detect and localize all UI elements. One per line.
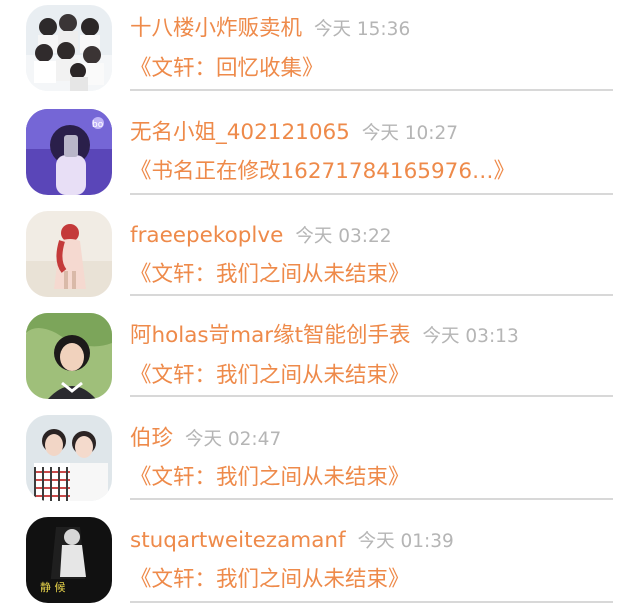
list-item[interactable]: 十八楼小炸贩卖机 今天 15:36 《文轩：回忆收集》 — [0, 0, 640, 103]
book-title[interactable]: 《文轩：我们之间从未结束》 — [130, 562, 410, 598]
username[interactable]: stuqartweitezamanf — [130, 528, 346, 553]
username[interactable]: 伯珍 — [130, 426, 173, 451]
book-title[interactable]: 《书名正在修改16271784165976…》 — [130, 154, 515, 190]
book-title[interactable]: 《文轩：我们之间从未结束》 — [130, 358, 410, 394]
timestamp: 今天 02:47 — [185, 429, 282, 450]
avatar[interactable]: bo — [26, 109, 112, 195]
divider — [130, 193, 613, 195]
timestamp: 今天 10:27 — [361, 123, 459, 144]
book-title[interactable]: 《文轩：我们之间从未结束》 — [130, 257, 410, 293]
divider — [130, 498, 613, 500]
avatar[interactable] — [26, 5, 112, 91]
item-header: fraeepekoplve 今天 03:22 — [130, 216, 392, 256]
item-header: 伯珍 今天 02:47 — [130, 419, 281, 459]
red-dress-girl-icon — [26, 211, 112, 297]
username[interactable]: 无名小姐_402121065 — [130, 120, 350, 145]
avatar[interactable] — [26, 211, 112, 297]
list-item[interactable]: 伯珍 今天 02:47 《文轩：我们之间从未结束》 — [0, 409, 640, 512]
svg-text:bo: bo — [92, 120, 104, 130]
item-header: 无名小姐_402121065 今天 10:27 — [130, 113, 458, 153]
list-item[interactable]: 阿holas岢mar缘t智能创手表 今天 03:13 《文轩：我们之间从未结束》 — [0, 307, 640, 410]
divider — [130, 294, 613, 296]
list-item[interactable]: bo 无名小姐_402121065 今天 10:27 《书名正在修改1627178… — [0, 103, 640, 206]
book-title[interactable]: 《文轩：我们之间从未结束》 — [130, 460, 410, 496]
purple-selfie-icon: bo — [26, 109, 112, 195]
divider — [130, 395, 613, 397]
item-header: 十八楼小炸贩卖机 今天 15:36 — [130, 9, 410, 49]
divider — [130, 601, 613, 603]
divider — [130, 89, 613, 91]
username[interactable]: 阿holas岢mar缘t智能创手表 — [130, 323, 411, 348]
group-photo-icon — [26, 5, 112, 91]
timestamp: 今天 03:22 — [295, 226, 392, 247]
timestamp: 今天 01:39 — [357, 531, 454, 552]
girl-portrait-icon — [26, 313, 112, 399]
avatar[interactable] — [26, 313, 112, 399]
username[interactable]: 十八楼小炸贩卖机 — [130, 16, 302, 41]
book-title[interactable]: 《文轩：回忆收集》 — [130, 51, 324, 87]
item-header: 阿holas岢mar缘t智能创手表 今天 03:13 — [130, 316, 519, 356]
avatar[interactable] — [26, 415, 112, 501]
svg-text:静 候: 静 候 — [40, 580, 66, 594]
two-boys-icon — [26, 415, 112, 501]
timestamp: 今天 15:36 — [314, 19, 411, 40]
list-item[interactable]: 静 候 stuqartweitezamanf 今天 01:39 《文轩：我们之间从… — [0, 511, 640, 614]
item-header: stuqartweitezamanf 今天 01:39 — [130, 521, 454, 561]
dark-poster-icon: 静 候 — [26, 517, 112, 603]
list-item[interactable]: fraeepekoplve 今天 03:22 《文轩：我们之间从未结束》 — [0, 205, 640, 308]
timestamp: 今天 03:13 — [422, 326, 519, 347]
username[interactable]: fraeepekoplve — [130, 223, 283, 248]
avatar[interactable]: 静 候 — [26, 517, 112, 603]
reader-list: 十八楼小炸贩卖机 今天 15:36 《文轩：回忆收集》 bo 无名小姐_40212… — [0, 0, 640, 611]
